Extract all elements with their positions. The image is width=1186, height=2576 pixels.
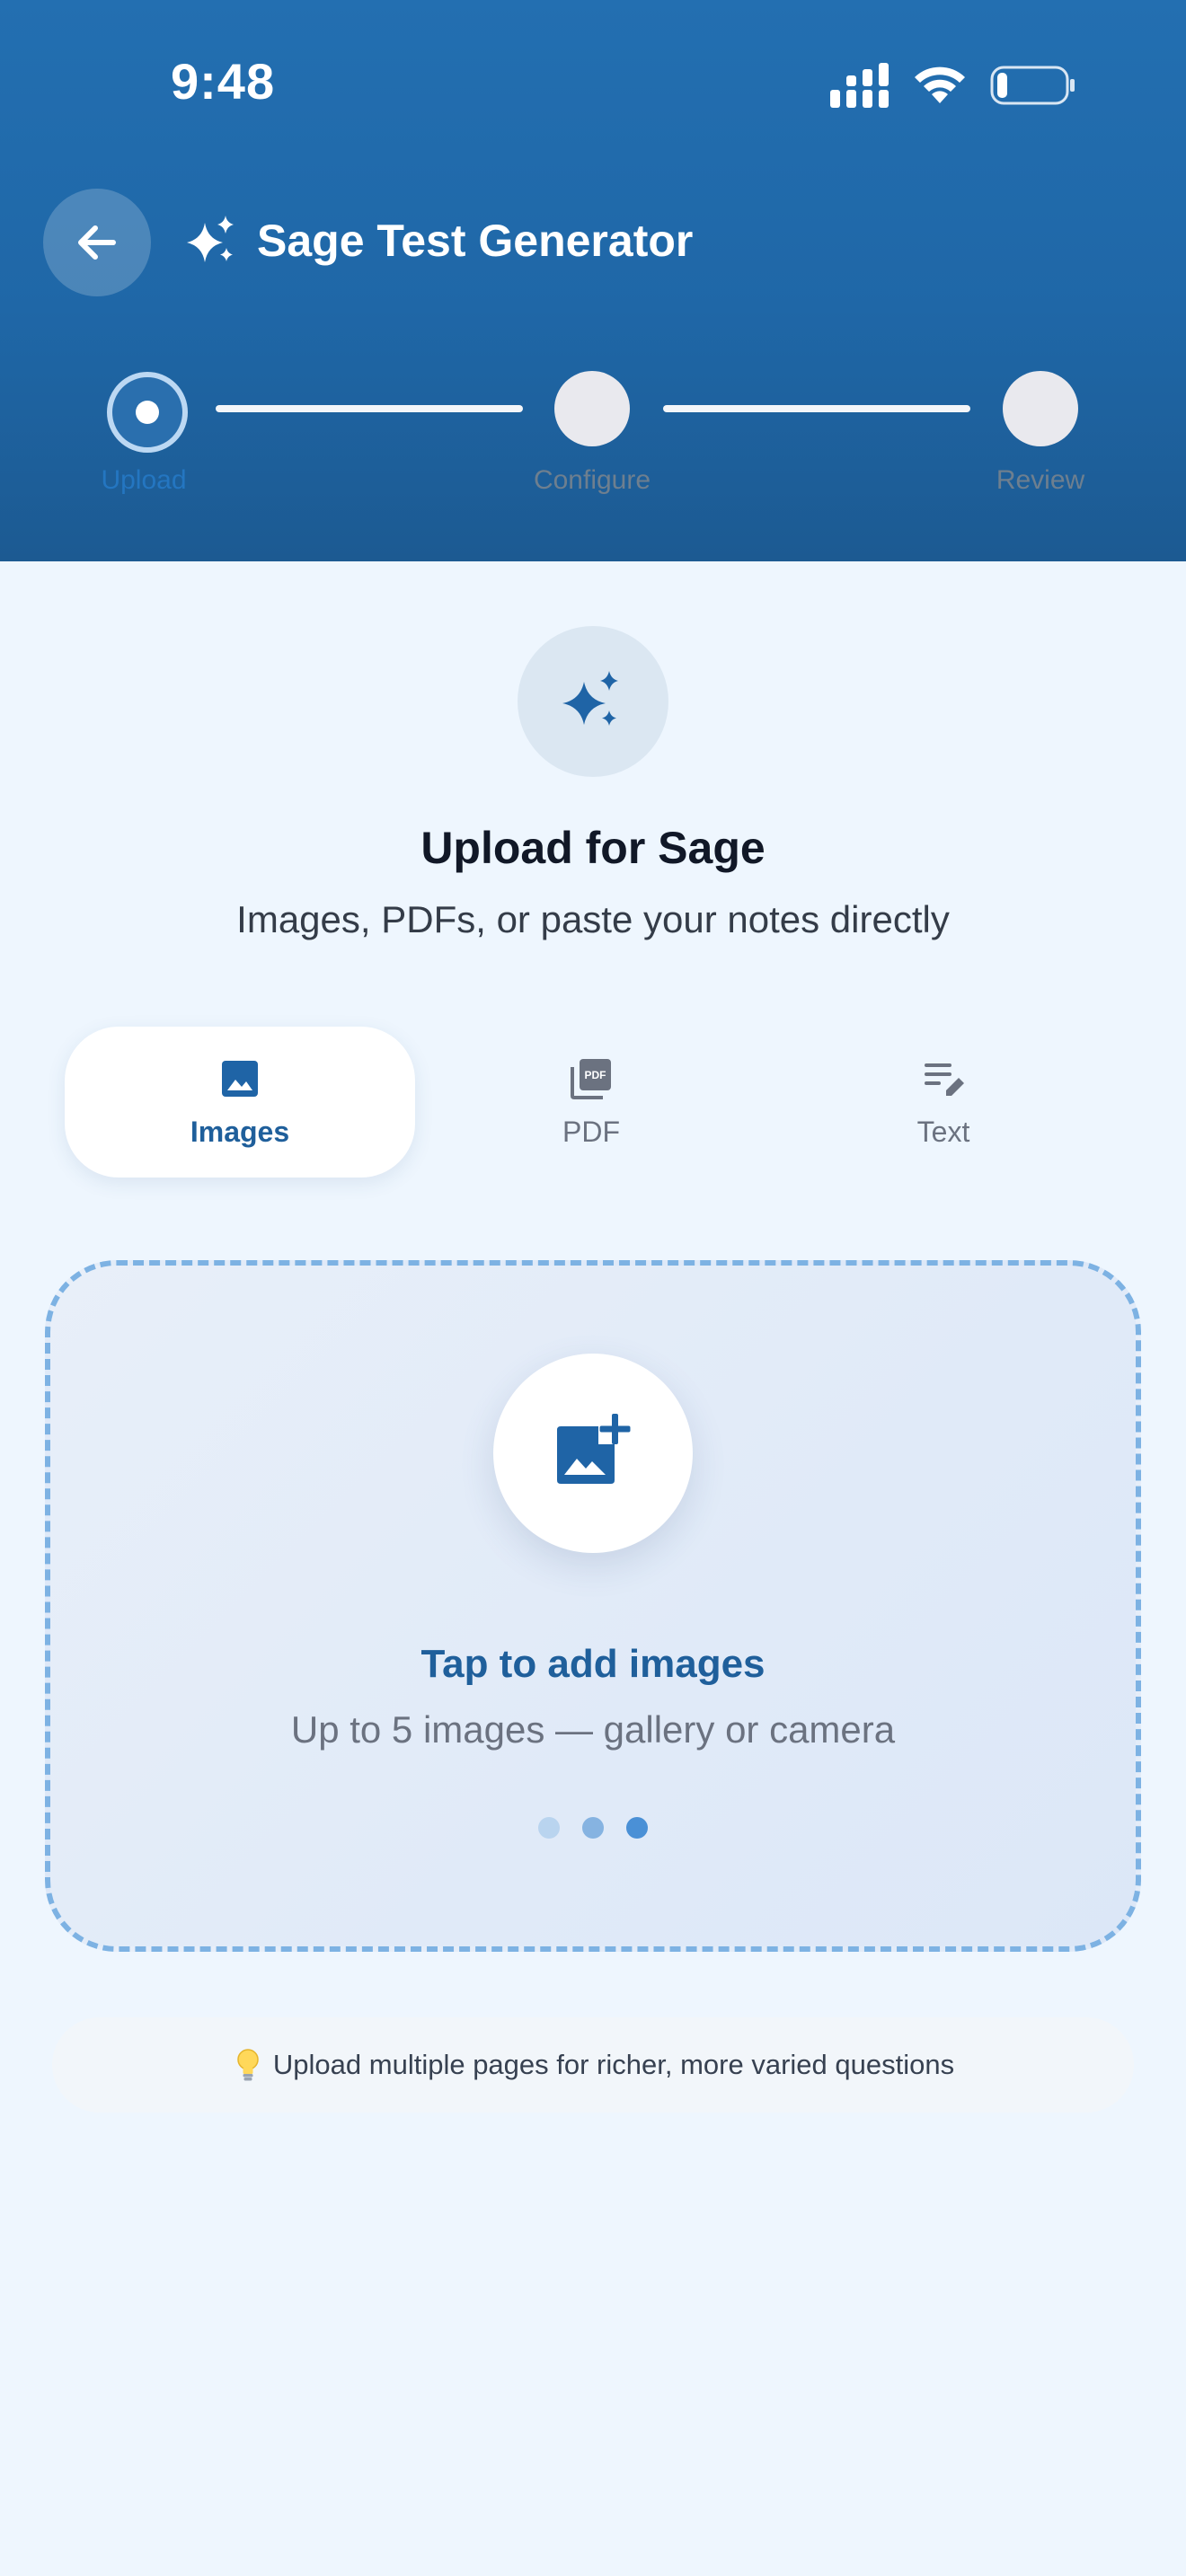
- upload-heading: Upload for Sage: [420, 823, 766, 873]
- dropzone-title: Tap to add images: [420, 1642, 766, 1686]
- tab-pdf[interactable]: PDF PDF: [416, 1027, 766, 1178]
- sparkles-icon: [187, 216, 234, 262]
- step-label-configure: Configure: [533, 465, 651, 495]
- battery-icon: [990, 66, 1075, 105]
- stepper-connector: [216, 405, 523, 412]
- step-label-upload: Upload: [101, 465, 187, 495]
- loading-dot-active: [626, 1817, 648, 1839]
- pdf-icon: PDF: [571, 1058, 611, 1099]
- title-wrap: Sage Test Generator: [183, 214, 693, 268]
- status-icons: [830, 63, 1076, 108]
- step-upload-indicator: [107, 372, 188, 453]
- tab-label: PDF: [562, 1115, 620, 1148]
- signal-icon: [830, 63, 889, 108]
- tip-banner: Upload multiple pages for richer, more v…: [52, 2017, 1134, 2113]
- arrow-left-icon: [78, 225, 116, 260]
- step-active-dot: [136, 401, 159, 424]
- upload-subheading: Images, PDFs, or paste your notes direct…: [236, 898, 950, 940]
- add-image-button[interactable]: [493, 1354, 693, 1553]
- loading-dot: [538, 1817, 560, 1839]
- svg-text:PDF: PDF: [585, 1069, 606, 1081]
- sparkles-icon: [562, 671, 618, 726]
- tab-label: Text: [916, 1115, 970, 1148]
- stepper-connector: [663, 405, 970, 412]
- tab-images[interactable]: Images: [65, 1027, 415, 1178]
- wifi-icon: [915, 66, 965, 103]
- tab-label: Images: [190, 1115, 290, 1148]
- loading-dot: [582, 1817, 604, 1839]
- tip-text: Upload multiple pages for richer, more v…: [272, 2049, 955, 2080]
- dropzone-subtitle: Up to 5 images — gallery or camera: [290, 1708, 896, 1751]
- status-time: 9:48: [171, 53, 276, 110]
- image-icon: [222, 1060, 258, 1097]
- hero-icon-badge: [518, 626, 668, 777]
- tab-text[interactable]: Text: [768, 1027, 1119, 1178]
- lightbulb-icon: [237, 2049, 259, 2081]
- app-header: 9:48 Sage Test Generator Upload Configur…: [0, 0, 1186, 561]
- step-label-review: Review: [996, 465, 1085, 495]
- text-edit-icon: [925, 1063, 964, 1096]
- add-photo-icon: [557, 1414, 631, 1484]
- back-button[interactable]: [43, 189, 151, 296]
- step-configure-indicator: [554, 371, 630, 446]
- step-review-indicator: [1003, 371, 1078, 446]
- page-title: Sage Test Generator: [257, 216, 694, 266]
